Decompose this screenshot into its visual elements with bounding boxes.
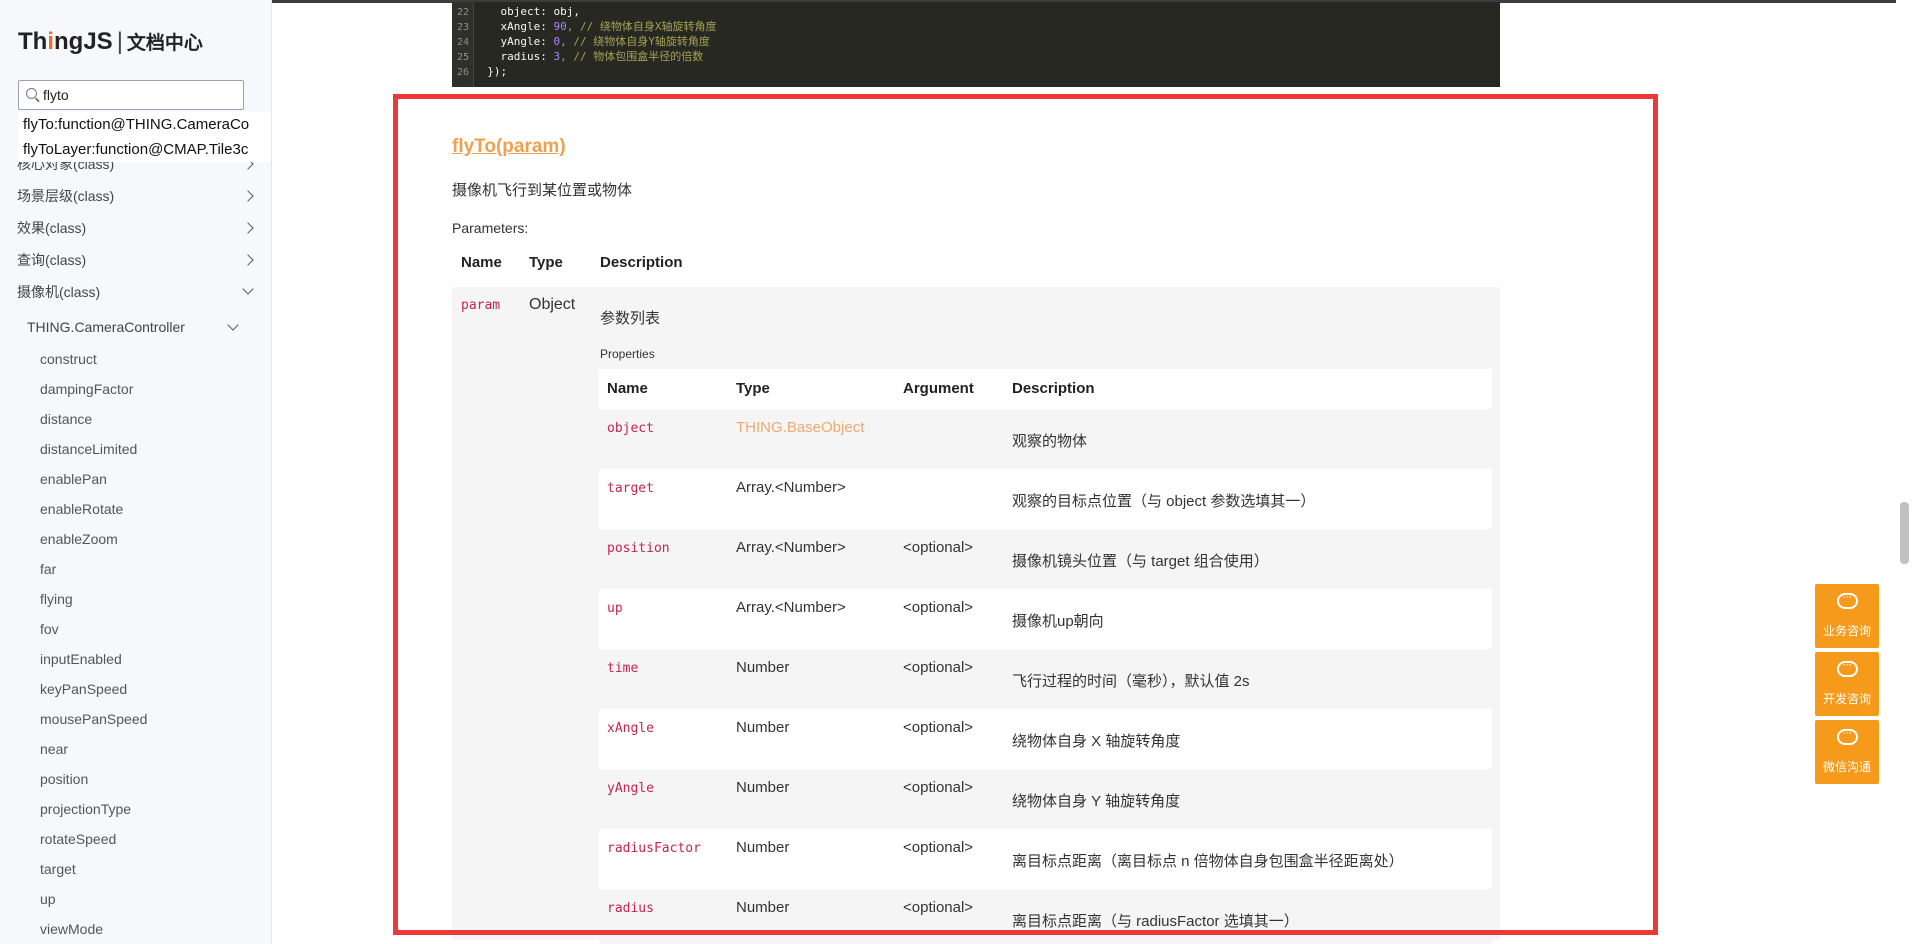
wechat-button[interactable]: 微信沟通 [1815, 720, 1879, 784]
nav-leaf[interactable]: projectionType [0, 794, 271, 824]
nav-leaf[interactable]: far [0, 554, 271, 584]
chat-bubble-icon [1837, 657, 1858, 677]
chevron-down-icon [227, 319, 239, 331]
code-token: xAngle: [474, 20, 554, 33]
code-token: obj, [553, 5, 580, 18]
search-icon [26, 88, 37, 99]
chevron-down-icon [242, 283, 254, 295]
float-button-label: 开发咨询 [1822, 692, 1871, 706]
nav-sub-camera-controller[interactable]: THING.CameraController [0, 310, 271, 344]
nav-leaf[interactable]: distance [0, 404, 271, 434]
search-input[interactable] [43, 85, 238, 105]
nav-leaf[interactable]: flying [0, 584, 271, 614]
code-line: 26 }); [452, 64, 507, 79]
nav-item-label: 摄像机(class) [17, 284, 101, 300]
code-token: radius: [474, 50, 554, 63]
nav-leaf[interactable]: mousePanSpeed [0, 704, 271, 734]
dev-consult-button[interactable]: 开发咨询 [1815, 652, 1879, 716]
nav-leaf[interactable]: near [0, 734, 271, 764]
wechat-icon [1837, 725, 1858, 745]
search-suggestions: flyTo:function@THING.CameraCo flyToLayer… [18, 112, 271, 162]
code-comment: , // 绕物体自身Y轴旋转角度 [560, 35, 710, 48]
nav-leaf[interactable]: keyPanSpeed [0, 674, 271, 704]
logo-text-pre: Th [18, 28, 48, 55]
sidebar-nav: 核心对象(class) 场景层级(class) 效果(class) 查询(cla… [0, 150, 271, 944]
code-comment: , // 物体包围盒半径的倍数 [560, 50, 704, 63]
logo[interactable]: ThingJS | 文档中心 [18, 28, 203, 56]
line-number: 24 [456, 37, 470, 48]
nav-item-label: 场景层级(class) [17, 188, 115, 204]
nav-item-camera[interactable]: 摄像机(class) [0, 278, 271, 310]
scrollbar-thumb[interactable] [1900, 502, 1909, 564]
chevron-right-icon [242, 222, 254, 234]
nav-leaf[interactable]: up [0, 884, 271, 914]
sidebar: ThingJS|文档中心 核心对象(class) 场景层级(class) 效果(… [0, 0, 272, 944]
nav-leaf[interactable]: position [0, 764, 271, 794]
line-number: 25 [456, 52, 470, 63]
code-block: 22 object: obj, 23 xAngle: 90, // 绕物体自身X… [452, 2, 1500, 87]
line-number: 23 [456, 22, 470, 33]
nav-item-label: 查询(class) [17, 252, 87, 268]
code-line: 24 yAngle: 0, // 绕物体自身Y轴旋转角度 [452, 34, 710, 49]
chevron-right-icon [242, 254, 254, 266]
code-comment: , // 绕物体自身X轴旋转角度 [566, 20, 717, 33]
nav-leaf[interactable]: fov [0, 614, 271, 644]
nav-leaf[interactable]: inputEnabled [0, 644, 271, 674]
suggestion-item[interactable]: flyTo:function@THING.CameraCo [18, 112, 271, 137]
search-box[interactable] [18, 80, 244, 110]
scrollbar-track[interactable] [1896, 0, 1913, 944]
nav-leaf[interactable]: enablePan [0, 464, 271, 494]
business-consult-button[interactable]: 业务咨询 [1815, 584, 1879, 648]
code-line: 25 radius: 3, // 物体包围盒半径的倍数 [452, 49, 703, 64]
nav-leaf[interactable]: target [0, 854, 271, 884]
nav-leaf[interactable]: distanceLimited [0, 434, 271, 464]
line-number: 22 [456, 7, 470, 18]
logo-text-post: ngJS [54, 28, 113, 55]
nav-leaf[interactable]: dampingFactor [0, 374, 271, 404]
line-number: 26 [456, 67, 470, 78]
suggestion-item[interactable]: flyToLayer:function@CMAP.Tile3c [18, 137, 271, 162]
code-line: 23 xAngle: 90, // 绕物体自身X轴旋转角度 [452, 19, 717, 34]
nav-leaf[interactable]: construct [0, 344, 271, 374]
nav-item-effect[interactable]: 效果(class) [0, 214, 271, 246]
logo-subtitle: 文档中心 [126, 33, 203, 54]
logo-text-i: i [47, 28, 54, 55]
code-line: 22 object: obj, [452, 4, 580, 19]
code-token: }); [474, 65, 508, 78]
logo-separator: | [116, 28, 123, 55]
code-token: yAngle: [474, 35, 554, 48]
code-token: object: [474, 5, 554, 18]
nav-leaf[interactable]: enableZoom [0, 524, 271, 554]
float-button-label: 微信沟通 [1822, 760, 1871, 774]
chevron-right-icon [242, 190, 254, 202]
nav-leaf[interactable]: enableRotate [0, 494, 271, 524]
nav-item-scene-level[interactable]: 场景层级(class) [0, 182, 271, 214]
nav-leaf[interactable]: rotateSpeed [0, 824, 271, 854]
nav-sub-label: THING.CameraController [27, 319, 185, 335]
code-token: 90 [553, 20, 567, 33]
nav-item-query[interactable]: 查询(class) [0, 246, 271, 278]
highlight-box [393, 94, 1658, 935]
chat-bubble-icon [1837, 589, 1858, 609]
float-button-label: 业务咨询 [1822, 624, 1871, 638]
nav-leaf[interactable]: viewMode [0, 914, 271, 944]
nav-item-label: 效果(class) [17, 220, 87, 236]
